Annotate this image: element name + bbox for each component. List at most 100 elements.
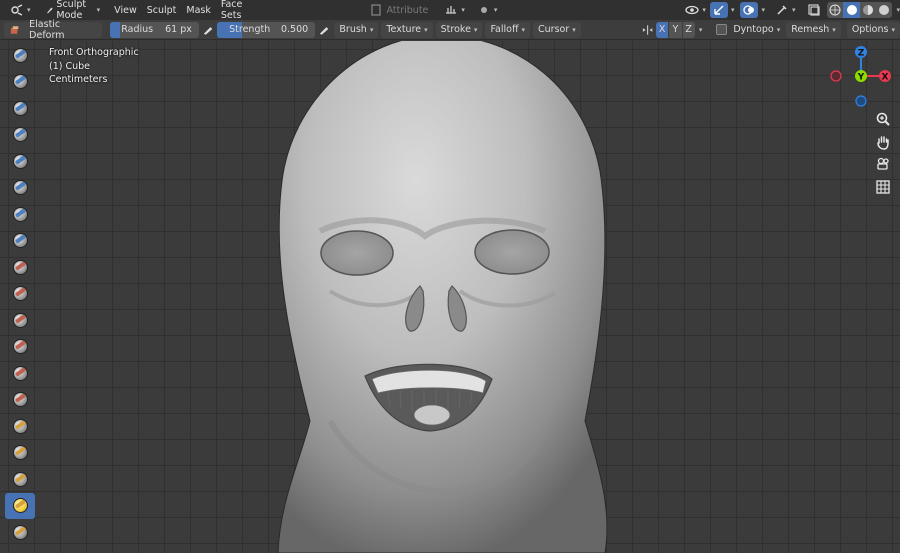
tool-draw-sharp[interactable]	[5, 69, 35, 96]
attribute-icon	[371, 4, 382, 16]
flatten-icon	[12, 312, 28, 328]
pan-button[interactable]	[872, 131, 894, 153]
ortho-toggle-button[interactable]	[872, 176, 894, 198]
stroke-dropdown-label: Stroke	[440, 24, 471, 35]
sculpted-skull-mesh[interactable]	[0, 41, 900, 553]
tool-elastic-deform[interactable]	[5, 466, 35, 493]
tool-palette	[5, 42, 37, 546]
dyntopo-toggle[interactable]: Dyntopo ▾	[716, 24, 780, 35]
cursor-dropdown-label: Cursor	[538, 24, 570, 35]
proportional-button[interactable]: ▾	[473, 2, 502, 18]
rendered-shading-icon[interactable]	[877, 3, 891, 17]
tool-inflate[interactable]	[5, 201, 35, 228]
remesh-dropdown[interactable]: Remesh ▾	[786, 21, 841, 38]
texture-dropdown[interactable]: Texture ▾	[381, 21, 433, 38]
inflate-icon	[12, 206, 28, 222]
mirror-x-toggle[interactable]: X	[655, 21, 669, 38]
neg-x-handle[interactable]	[830, 70, 842, 82]
texture-dropdown-label: Texture	[386, 24, 422, 35]
attribute-selector[interactable]: Attribute	[365, 2, 432, 18]
mirror-y-toggle[interactable]: Y	[669, 21, 682, 38]
radius-pressure-icon[interactable]	[201, 23, 214, 37]
multiplane-scrape-icon	[12, 392, 28, 408]
tool-grab[interactable]	[5, 440, 35, 467]
gizmo-dropdown-icon[interactable]: ▾	[731, 6, 735, 14]
options-dropdown[interactable]: Options ▾	[846, 21, 900, 38]
unit-system: Centimeters	[49, 74, 108, 85]
tool-multiplane-scrape[interactable]	[5, 387, 35, 414]
snake-hook-icon	[12, 498, 28, 514]
strength-label: Strength	[229, 24, 271, 35]
draw-sharp-icon	[12, 74, 28, 90]
symmetry-icon	[446, 6, 457, 14]
menu-mask[interactable]: Mask	[182, 2, 214, 18]
tool-snake-hook[interactable]	[5, 492, 35, 519]
tool-clay[interactable]	[5, 95, 35, 122]
gizmo-toggle[interactable]	[709, 2, 728, 18]
navigation-gizmo[interactable]: Z X Y	[830, 41, 900, 111]
tool-clay-strips[interactable]	[5, 122, 35, 149]
tool-crease[interactable]	[5, 254, 35, 281]
wireframe-shading-icon[interactable]	[828, 3, 842, 17]
stroke-dropdown[interactable]: Stroke ▾	[435, 21, 483, 38]
zoom-icon	[876, 112, 890, 126]
shading-dropdown-icon[interactable]: ▾	[896, 6, 900, 14]
camera-icon	[877, 157, 889, 170]
menu-view[interactable]: View	[110, 2, 141, 18]
mirror-z-toggle[interactable]: Z	[682, 21, 695, 38]
mode-selector[interactable]: Sculpt Mode ▾	[41, 0, 105, 21]
strength-pressure-icon[interactable]	[317, 23, 330, 37]
visibility-button[interactable]: ▾	[681, 2, 710, 18]
falloff-dropdown[interactable]: Falloff ▾	[485, 21, 531, 38]
overlay-toggle[interactable]	[740, 2, 759, 18]
elastic-deform-tool-icon	[10, 25, 19, 34]
symmetry-button[interactable]: ▾	[440, 2, 469, 18]
menu-sculpt[interactable]: Sculpt	[143, 2, 181, 18]
active-object: (1) Cube	[49, 60, 91, 72]
dyntopo-checkbox[interactable]	[716, 24, 728, 35]
tool-scrape[interactable]	[5, 360, 35, 387]
cursor-dropdown[interactable]: Cursor ▾	[533, 21, 581, 38]
mirror-x-label: X	[658, 24, 666, 35]
tool-thumb[interactable]	[5, 519, 35, 546]
overlay-icon	[743, 5, 755, 15]
tool-dropper-button[interactable]: ▾	[771, 2, 800, 18]
tool-pinch[interactable]	[5, 413, 35, 440]
brush-dropdown[interactable]: Brush ▾	[334, 21, 379, 38]
draw-brush-icon	[12, 47, 28, 63]
tool-smooth[interactable]	[5, 281, 35, 308]
radius-value: 61 px	[165, 24, 192, 35]
pinch-icon	[12, 418, 28, 434]
solid-shading-button[interactable]	[843, 2, 861, 18]
axis-gizmo[interactable]: Z X Y	[830, 41, 900, 111]
tool-fill[interactable]	[5, 334, 35, 361]
material-shading-icon[interactable]	[861, 3, 875, 17]
camera-view-button[interactable]	[872, 153, 894, 175]
tool-draw-brush[interactable]	[5, 42, 35, 69]
tool-layer[interactable]	[5, 175, 35, 202]
tool-flatten[interactable]	[5, 307, 35, 334]
menu-face-sets[interactable]: Face Sets	[217, 0, 256, 21]
view-name: Front Orthographic	[49, 47, 139, 58]
editor-type-button[interactable]: ▾	[6, 2, 35, 18]
zoom-button[interactable]	[872, 108, 894, 130]
tool-clay-thumb[interactable]	[5, 148, 35, 175]
xray-toggle[interactable]	[803, 2, 825, 18]
3d-viewport[interactable]: Front Orthographic (1) Cube Centimeters	[0, 41, 900, 553]
lock-dropdown-icon[interactable]: ▾	[699, 26, 703, 34]
remesh-label: Remesh	[791, 24, 830, 35]
solid-shading-icon	[846, 5, 857, 15]
tool-blob[interactable]	[5, 228, 35, 255]
dyntopo-label: Dyntopo	[733, 24, 774, 35]
active-tool-button[interactable]: Elastic Deform	[4, 19, 103, 41]
thumb-icon	[12, 524, 28, 540]
smooth-icon	[12, 286, 28, 302]
radius-field[interactable]: Radius 61 px	[110, 21, 199, 38]
crease-icon	[12, 259, 28, 275]
z-axis-label: Z	[858, 49, 865, 59]
neg-z-handle[interactable]	[855, 95, 867, 107]
strength-field[interactable]: Strength 0.500	[217, 21, 316, 38]
editor-type-icon	[11, 4, 23, 16]
hand-icon	[877, 136, 889, 150]
overlay-dropdown-icon[interactable]: ▾	[761, 6, 765, 14]
